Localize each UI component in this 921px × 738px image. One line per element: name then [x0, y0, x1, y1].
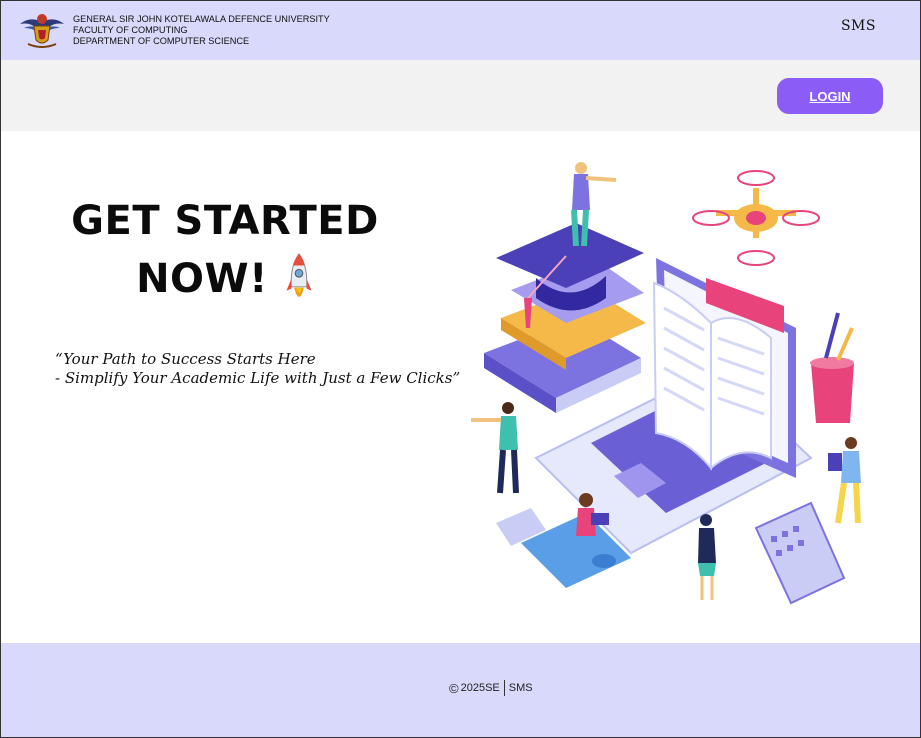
tagline-line-1: “Your Path to Success Starts Here [55, 350, 316, 368]
top-header: GENERAL SIR JOHN KOTELAWALA DEFENCE UNIV… [0, 0, 921, 60]
person-pointing [471, 402, 519, 494]
university-line-1: GENERAL SIR JOHN KOTELAWALA DEFENCE UNIV… [73, 14, 330, 24]
university-crest-icon [20, 14, 64, 48]
login-button[interactable]: LOGIN [777, 78, 883, 114]
copyright-icon: © [449, 680, 459, 696]
drone [692, 170, 820, 266]
pencil-cup [811, 363, 854, 423]
footer-divider [503, 680, 505, 696]
tagline: “Your Path to Success Starts Here - Simp… [55, 350, 460, 388]
calendar [754, 501, 846, 605]
footer-year: 2025SE [460, 682, 500, 694]
hero-title-line-1: GET STARTED [71, 198, 379, 244]
person-standing-laptop [698, 514, 716, 600]
hero-heading: GET STARTED NOW! [60, 192, 390, 310]
university-line-3: DEPARTMENT OF COMPUTER SCIENCE [73, 36, 250, 46]
footer-brand: SMS [508, 682, 533, 694]
brand-name[interactable]: SMS [841, 18, 876, 34]
rocket-icon [286, 253, 312, 297]
education-illustration [471, 162, 861, 605]
footer-content: © 2025SE SMS [449, 680, 533, 696]
university-line-2: FACULTY OF COMPUTING [73, 25, 188, 35]
hero-title-line-2: NOW! [136, 256, 268, 302]
tagline-line-2: - Simplify Your Academic Life with Just … [55, 369, 461, 387]
person-with-tablet [828, 437, 861, 524]
hero-title-line-2-wrap: NOW! [60, 250, 390, 310]
university-name: GENERAL SIR JOHN KOTELAWALA DEFENCE UNIV… [73, 14, 330, 47]
